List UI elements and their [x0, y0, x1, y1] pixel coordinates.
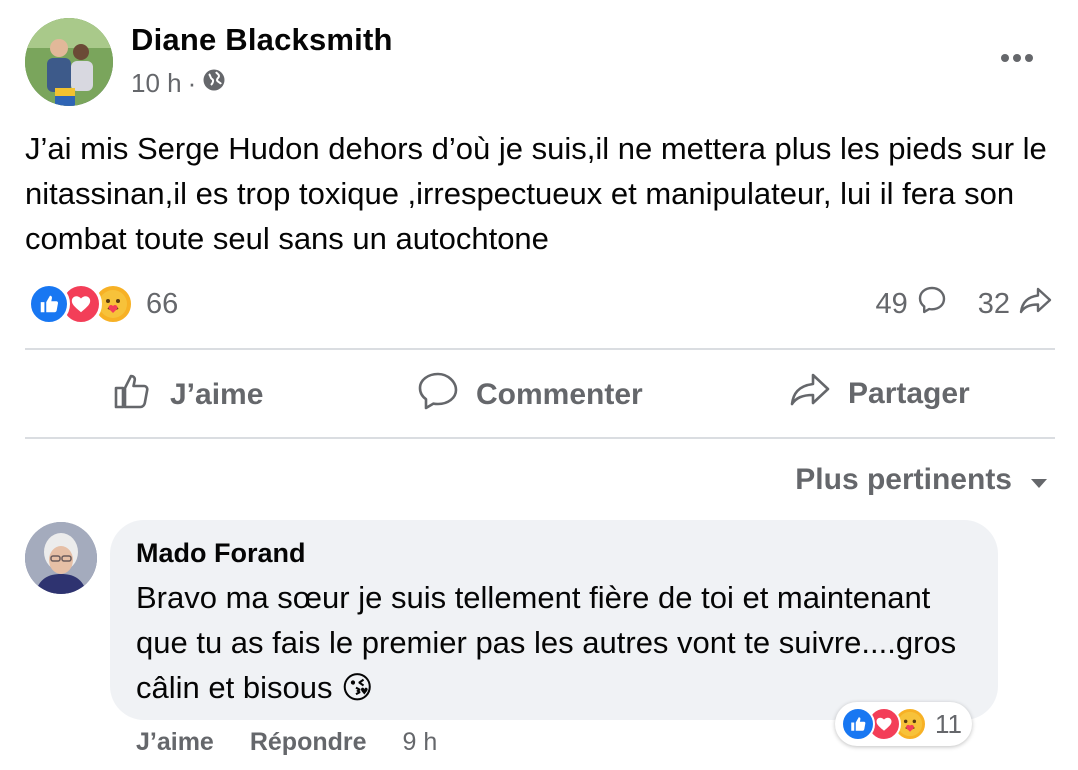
share-arrow-icon	[1018, 284, 1054, 324]
like-button-label: J’aime	[170, 378, 264, 411]
comment-body: Bravo ma sœur je suis tellement fière de…	[136, 580, 957, 705]
comment-button-label: Commenter	[476, 378, 643, 411]
comment-reply-button[interactable]: Répondre	[250, 728, 367, 757]
comment-button[interactable]: Commenter	[416, 370, 643, 420]
like-reaction-icon	[841, 707, 875, 741]
comment-bubble-icon	[916, 284, 948, 324]
share-button[interactable]: Partager	[788, 370, 970, 418]
share-button-label: Partager	[848, 377, 970, 410]
post-time[interactable]: 10 h	[131, 68, 182, 99]
more-icon	[1001, 54, 1033, 62]
comment-count[interactable]: 49	[875, 288, 907, 321]
share-icon	[788, 370, 832, 418]
post-stats: 49 32	[875, 284, 1054, 324]
comment-text: Bravo ma sœur je suis tellement fière de…	[136, 575, 976, 710]
reaction-summary[interactable]: 66	[28, 283, 178, 325]
share-count[interactable]: 32	[978, 288, 1010, 321]
comment-reaction-count: 11	[935, 708, 962, 739]
post-text: J’ai mis Serge Hudon dehors d’où je suis…	[25, 131, 1047, 256]
author-avatar[interactable]	[25, 18, 113, 106]
divider-top	[25, 348, 1055, 350]
comment-actions: J’aime Répondre 9 h	[136, 728, 437, 757]
like-reaction-icon	[28, 283, 70, 325]
comment-time[interactable]: 9 h	[403, 728, 438, 757]
comment-icon	[416, 370, 460, 420]
thumbs-up-icon	[112, 370, 154, 420]
sort-label: Plus pertinents	[795, 463, 1012, 496]
post-meta: 10 h ·	[131, 68, 226, 99]
globe-icon	[202, 68, 226, 99]
comment-sort-dropdown[interactable]: Plus pertinents	[795, 463, 1048, 497]
author-name[interactable]: Diane Blacksmith	[131, 22, 393, 58]
commenter-name[interactable]: Mado Forand	[136, 538, 306, 569]
comment-reaction-summary[interactable]: 11	[835, 702, 972, 746]
kiss-emoji: 😘	[341, 670, 374, 705]
more-options-button[interactable]	[1000, 44, 1034, 64]
reaction-count: 66	[146, 287, 179, 320]
commenter-avatar[interactable]	[25, 522, 97, 594]
divider-bottom	[25, 437, 1055, 439]
like-button[interactable]: J’aime	[112, 370, 263, 420]
caret-down-icon	[1030, 463, 1048, 497]
comment-like-button[interactable]: J’aime	[136, 728, 214, 757]
meta-separator: ·	[187, 68, 197, 98]
